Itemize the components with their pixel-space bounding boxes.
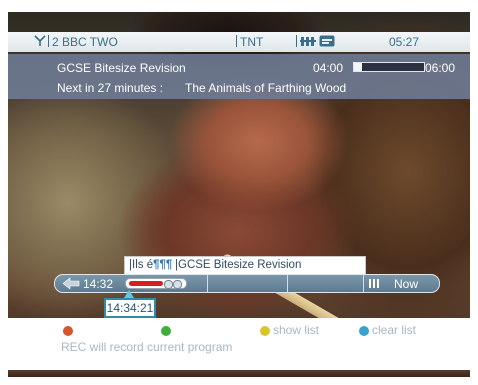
video-bottom-edge [8, 370, 470, 377]
green-button-icon[interactable] [161, 326, 171, 336]
recorded-buffer-fill [129, 281, 163, 286]
yellow-button-icon[interactable] [260, 326, 270, 336]
program-info-banner: GCSE Bitesize Revision 04:00 06:00 Next … [8, 54, 470, 99]
current-position-time: 14:34:21 [104, 298, 156, 318]
tv-screen: 2 BBC TWO TNT 05:27 GCSE Bitesize Revisi… [0, 0, 478, 385]
next-program-title: The Animals of Farthing Wood [185, 81, 347, 95]
program-title: GCSE Bitesize Revision [57, 61, 186, 75]
tooltip-current-title: GCSE Bitesize Revision [178, 259, 302, 271]
program-end-time: 06:00 [425, 61, 456, 75]
timeline-divider [363, 275, 364, 292]
channel-name: 2 BBC TWO [52, 35, 118, 49]
red-button-icon[interactable] [63, 326, 73, 336]
tooltip-previous-program: |Ils é¶¶¶ [129, 259, 173, 271]
network-group: TNT [234, 35, 263, 49]
subtitle-icon [319, 35, 335, 47]
status-bar: 2 BBC TWO TNT 05:27 [8, 32, 470, 52]
program-start-time: 04:00 [313, 61, 344, 75]
divider [296, 35, 297, 47]
timeline-divider [287, 275, 288, 292]
icons-group [294, 35, 335, 49]
divider [236, 35, 237, 47]
clock: 05:27 [389, 35, 420, 49]
program-progress-fill [354, 63, 363, 71]
timeshift-timeline[interactable]: 14:32 Now [54, 274, 440, 293]
timeline-divider [207, 275, 208, 292]
network-name: TNT [240, 35, 264, 49]
recorded-buffer-bar [125, 278, 187, 289]
rewind-arrow-icon[interactable] [61, 277, 81, 290]
next-program-label: Next in 27 minutes : [57, 81, 164, 95]
channel-group: 2 BBC TWO [34, 35, 118, 49]
blue-button-icon[interactable] [359, 326, 369, 336]
show-list-label[interactable]: show list [273, 323, 319, 337]
tooltip-current-program: |GCSE Bitesize Revision [175, 259, 302, 271]
record-hint-message: REC will record current program [61, 340, 233, 354]
signal-icon [300, 37, 316, 46]
timeline-start-time: 14:32 [83, 277, 114, 291]
timeline-program-tooltip: |Ils é¶¶¶ |GCSE Bitesize Revision [124, 256, 366, 275]
timeline-marker [164, 280, 173, 289]
program-progress-bar [353, 62, 425, 72]
help-panel: show list clear list REC will record cur… [8, 318, 470, 370]
antenna-icon [34, 35, 46, 46]
timeline-now-label: Now [394, 277, 419, 291]
timeline-marker [173, 280, 182, 289]
current-position-pointer [124, 290, 134, 298]
tooltip-previous-text: Ils é [132, 259, 154, 271]
divider [48, 35, 49, 47]
live-marker-icon [369, 279, 379, 288]
clear-list-label[interactable]: clear list [372, 323, 416, 337]
